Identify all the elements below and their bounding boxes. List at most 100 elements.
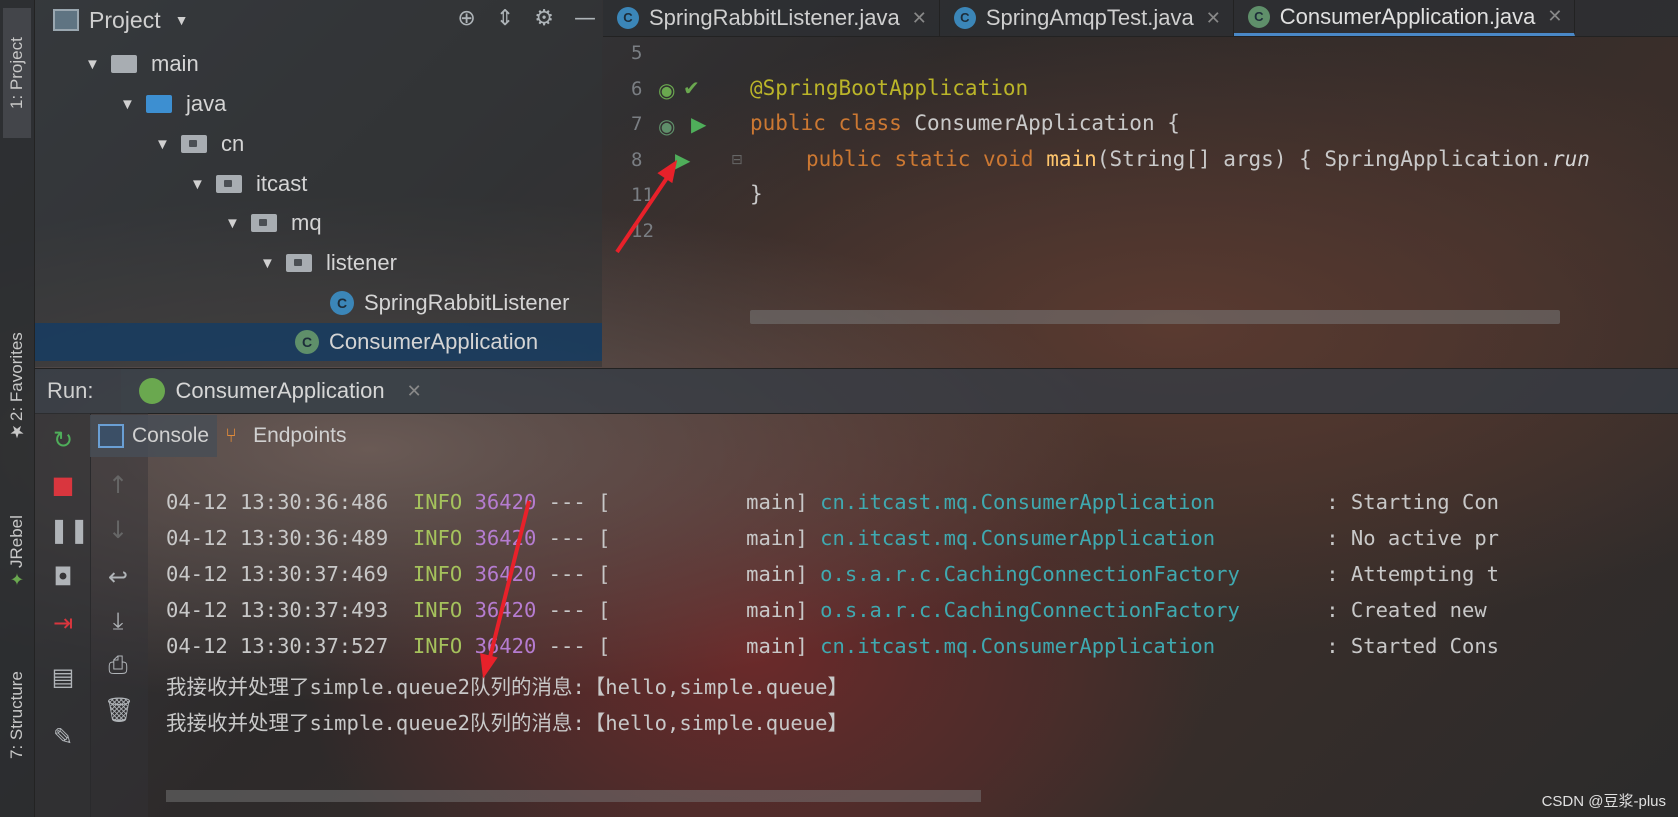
spring-config-icon[interactable]: ✔ [683, 76, 700, 100]
log-time: 04-12 13:30:36:489 [166, 526, 389, 550]
editor-horizontal-scrollbar[interactable] [750, 310, 1560, 324]
expand-arrow-icon[interactable]: ▼ [225, 215, 251, 232]
log-line: 04-12 13:30:37:469 INFO 36420 --- [ main… [166, 562, 1499, 586]
minimize-icon[interactable]: — [574, 6, 596, 31]
log-level: INFO [412, 562, 463, 586]
log-message: : Started Cons [1326, 634, 1500, 658]
tool-window-strip: 1: Project ★ 2: Favorites ✦ JRebel 7: St… [0, 0, 35, 817]
class-icon: C [617, 7, 639, 29]
tab-structure[interactable]: 7: Structure [3, 640, 31, 790]
locate-icon[interactable]: ⊕ [457, 6, 475, 31]
console-message: 我接收并处理了simple.queue2队列的消息:【hello,simple.… [166, 711, 848, 735]
tree-item-consumerapplication[interactable]: C ConsumerApplication [35, 323, 602, 361]
log-thread: --- [ main] [548, 562, 808, 586]
tab-jrebel[interactable]: ✦ JRebel [3, 505, 31, 605]
tab-springrabbitlistener[interactable]: C SpringRabbitListener.java ✕ [603, 0, 940, 36]
expand-arrow-icon[interactable]: ▼ [155, 136, 181, 153]
spring-bean-icon[interactable]: ◉ [658, 78, 675, 102]
tree-item-mq[interactable]: ▼ mq [225, 204, 322, 242]
log-logger: cn.itcast.mq.ConsumerApplication [820, 490, 1216, 514]
code-line-8: public static void main(String[] args) {… [806, 147, 1590, 171]
expand-arrow-icon[interactable]: ▼ [120, 96, 146, 113]
up-arrow-icon[interactable]: ↑ [104, 471, 132, 499]
tree-item-label: listener [326, 250, 397, 275]
test-class-icon: C [953, 7, 976, 29]
log-line: 04-12 13:30:36:489 INFO 36420 --- [ main… [166, 526, 1499, 550]
tab-label: ConsumerApplication.java [1279, 3, 1536, 29]
log-time: 04-12 13:30:37:469 [166, 562, 389, 586]
stop-icon[interactable]: ■ [49, 471, 77, 499]
log-logger: cn.itcast.mq.ConsumerApplication [820, 634, 1216, 658]
tree-item-main[interactable]: ▼ main [85, 45, 199, 83]
tree-item-listener[interactable]: ▼ listener [260, 244, 397, 282]
exit-icon[interactable]: ⇥ [49, 609, 77, 637]
log-message: : Starting Con [1326, 490, 1500, 514]
line-number: 8 [631, 149, 643, 171]
close-icon[interactable]: ✕ [912, 8, 927, 29]
project-title: Project [89, 6, 161, 33]
tab-console[interactable]: Console [90, 414, 218, 457]
run-class-icon[interactable]: ▶ [691, 112, 706, 136]
code-line-6: @SpringBootApplication [750, 76, 1028, 100]
editor-tab-bar: C SpringRabbitListener.java ✕ C SpringAm… [603, 0, 1678, 37]
jrebel-icon: ✦ [7, 568, 26, 589]
gear-icon[interactable]: ⚙ [534, 6, 554, 31]
tab-springamqptest[interactable]: C SpringAmqpTest.java ✕ [940, 0, 1234, 36]
print-icon[interactable]: ⎙ [104, 651, 132, 679]
watermark: CSDN @豆浆-plus [1541, 793, 1666, 810]
run-config-name: ConsumerApplication [175, 378, 385, 403]
tab-label: Endpoints [253, 423, 347, 447]
line-number: 7 [631, 113, 643, 135]
tab-label: SpringAmqpTest.java [985, 5, 1194, 30]
spring-boot-icon [139, 378, 166, 404]
log-logger: o.s.a.r.c.CachingConnectionFactory [820, 562, 1240, 586]
tab-label: SpringRabbitListener.java [649, 5, 900, 30]
expand-arrow-icon[interactable]: ▼ [260, 255, 286, 272]
console-icon [98, 423, 124, 448]
annotation-text: @SpringBootApplication [750, 76, 1029, 100]
run-config-tab[interactable]: ConsumerApplication ✕ [121, 369, 440, 413]
tree-item-java[interactable]: ▼ java [120, 85, 226, 123]
class-gutter-icon[interactable]: ◉ [658, 114, 675, 138]
fold-icon[interactable]: ⊟ [731, 152, 743, 168]
method-call: run [1551, 147, 1590, 171]
pin-icon[interactable]: ✎ [49, 723, 77, 751]
tree-item-itcast[interactable]: ▼ itcast [190, 165, 307, 203]
close-icon[interactable]: ✕ [1206, 8, 1221, 29]
tab-consumerapplication[interactable]: C ConsumerApplication.java ✕ [1233, 0, 1576, 36]
star-icon: ★ [7, 421, 26, 442]
tree-item-label: ConsumerApplication [329, 329, 539, 354]
pause-icon[interactable]: ❚❚ [49, 516, 89, 544]
log-level: INFO [412, 598, 463, 622]
collapse-all-icon[interactable]: ⇕ [496, 6, 514, 31]
tree-item-cn[interactable]: ▼ cn [155, 125, 244, 163]
tree-item-springrabbitlistener[interactable]: C SpringRabbitListener [330, 284, 569, 322]
code-editor[interactable]: @SpringBootApplication public class Cons… [750, 36, 1678, 326]
log-message: : Created new [1326, 598, 1500, 622]
project-panel: Project ▼ ⊕ ⇕ ⚙ — ▼ main ▼ java ▼ cn ▼ i… [35, 0, 602, 367]
tree-item-label: itcast [256, 171, 308, 196]
package-icon [251, 214, 277, 232]
expand-arrow-icon[interactable]: ▼ [85, 56, 111, 73]
spring-class-icon: C [1247, 5, 1270, 28]
chevron-down-icon[interactable]: ▼ [175, 12, 189, 28]
tab-favorites[interactable]: ★ 2: Favorites [3, 320, 31, 460]
log-thread: --- [ main] [548, 634, 808, 658]
scroll-to-end-icon[interactable]: ⤓ [104, 607, 132, 635]
console-horizontal-scrollbar[interactable] [166, 790, 981, 802]
tab-endpoints[interactable]: ⑂ Endpoints [217, 415, 354, 457]
soft-wrap-icon[interactable]: ↩ [104, 563, 132, 591]
method-args: (String[] args) { SpringApplication. [1096, 147, 1552, 171]
camera-icon[interactable]: ◘ [49, 563, 77, 591]
expand-arrow-icon[interactable]: ▼ [190, 176, 216, 193]
tree-item-label: java [186, 91, 227, 116]
close-icon[interactable]: ✕ [1547, 6, 1562, 27]
layout-icon[interactable]: ▤ [49, 663, 77, 691]
close-icon[interactable]: ✕ [407, 381, 422, 402]
rerun-icon[interactable]: ↻ [49, 426, 77, 454]
tab-project[interactable]: 1: Project [3, 8, 31, 138]
line-number: 6 [631, 78, 643, 100]
project-actions: ⊕ ⇕ ⚙ — [457, 6, 596, 31]
trash-icon[interactable]: 🗑 [104, 696, 134, 724]
down-arrow-icon[interactable]: ↓ [104, 516, 132, 544]
